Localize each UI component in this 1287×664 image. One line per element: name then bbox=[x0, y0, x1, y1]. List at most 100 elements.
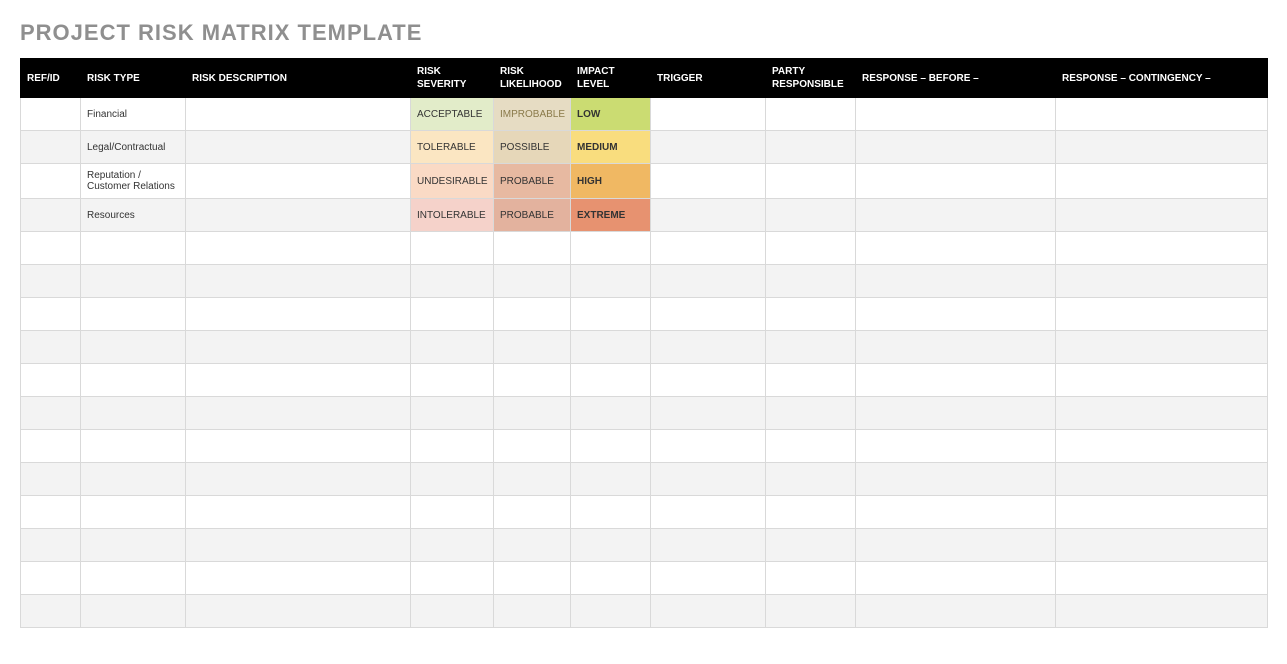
cell-ref[interactable] bbox=[21, 364, 81, 397]
cell-party[interactable] bbox=[766, 595, 856, 628]
cell-party[interactable] bbox=[766, 232, 856, 265]
cell-ref[interactable] bbox=[21, 331, 81, 364]
cell-desc[interactable] bbox=[186, 331, 411, 364]
cell-sev[interactable] bbox=[411, 298, 494, 331]
cell-trg[interactable] bbox=[651, 562, 766, 595]
cell-party[interactable] bbox=[766, 164, 856, 199]
cell-lik[interactable]: IMPROBABLE bbox=[494, 98, 571, 131]
cell-party[interactable] bbox=[766, 397, 856, 430]
cell-trg[interactable] bbox=[651, 364, 766, 397]
cell-sev[interactable] bbox=[411, 397, 494, 430]
cell-party[interactable] bbox=[766, 529, 856, 562]
cell-ref[interactable] bbox=[21, 98, 81, 131]
cell-type[interactable] bbox=[81, 364, 186, 397]
cell-sev[interactable] bbox=[411, 595, 494, 628]
cell-before[interactable] bbox=[856, 298, 1056, 331]
cell-before[interactable] bbox=[856, 131, 1056, 164]
cell-trg[interactable] bbox=[651, 164, 766, 199]
cell-desc[interactable] bbox=[186, 199, 411, 232]
cell-type[interactable]: Legal/Contractual bbox=[81, 131, 186, 164]
cell-type[interactable]: Financial bbox=[81, 98, 186, 131]
cell-sev[interactable] bbox=[411, 463, 494, 496]
cell-type[interactable] bbox=[81, 529, 186, 562]
cell-type[interactable] bbox=[81, 496, 186, 529]
cell-cont[interactable] bbox=[1056, 98, 1268, 131]
cell-before[interactable] bbox=[856, 364, 1056, 397]
cell-ref[interactable] bbox=[21, 595, 81, 628]
cell-lik[interactable] bbox=[494, 463, 571, 496]
cell-ref[interactable] bbox=[21, 164, 81, 199]
cell-cont[interactable] bbox=[1056, 529, 1268, 562]
cell-before[interactable] bbox=[856, 98, 1056, 131]
cell-imp[interactable] bbox=[571, 562, 651, 595]
cell-cont[interactable] bbox=[1056, 496, 1268, 529]
cell-sev[interactable] bbox=[411, 331, 494, 364]
cell-desc[interactable] bbox=[186, 595, 411, 628]
cell-desc[interactable] bbox=[186, 529, 411, 562]
cell-cont[interactable] bbox=[1056, 562, 1268, 595]
cell-type[interactable] bbox=[81, 298, 186, 331]
cell-desc[interactable] bbox=[186, 98, 411, 131]
cell-cont[interactable] bbox=[1056, 595, 1268, 628]
cell-imp[interactable] bbox=[571, 397, 651, 430]
cell-before[interactable] bbox=[856, 430, 1056, 463]
cell-cont[interactable] bbox=[1056, 364, 1268, 397]
cell-type[interactable] bbox=[81, 595, 186, 628]
cell-desc[interactable] bbox=[186, 265, 411, 298]
cell-sev[interactable]: INTOLERABLE bbox=[411, 199, 494, 232]
cell-before[interactable] bbox=[856, 232, 1056, 265]
cell-imp[interactable] bbox=[571, 496, 651, 529]
cell-imp[interactable]: EXTREME bbox=[571, 199, 651, 232]
cell-ref[interactable] bbox=[21, 562, 81, 595]
cell-desc[interactable] bbox=[186, 364, 411, 397]
cell-imp[interactable]: MEDIUM bbox=[571, 131, 651, 164]
cell-trg[interactable] bbox=[651, 298, 766, 331]
cell-desc[interactable] bbox=[186, 430, 411, 463]
cell-type[interactable] bbox=[81, 331, 186, 364]
cell-sev[interactable]: TOLERABLE bbox=[411, 131, 494, 164]
cell-trg[interactable] bbox=[651, 529, 766, 562]
cell-ref[interactable] bbox=[21, 199, 81, 232]
cell-sev[interactable]: UNDESIRABLE bbox=[411, 164, 494, 199]
cell-imp[interactable] bbox=[571, 364, 651, 397]
cell-party[interactable] bbox=[766, 562, 856, 595]
cell-before[interactable] bbox=[856, 265, 1056, 298]
cell-type[interactable] bbox=[81, 232, 186, 265]
cell-trg[interactable] bbox=[651, 98, 766, 131]
cell-lik[interactable] bbox=[494, 298, 571, 331]
cell-party[interactable] bbox=[766, 298, 856, 331]
cell-imp[interactable] bbox=[571, 430, 651, 463]
cell-type[interactable] bbox=[81, 463, 186, 496]
cell-before[interactable] bbox=[856, 397, 1056, 430]
cell-desc[interactable] bbox=[186, 397, 411, 430]
cell-imp[interactable]: HIGH bbox=[571, 164, 651, 199]
cell-before[interactable] bbox=[856, 331, 1056, 364]
cell-desc[interactable] bbox=[186, 562, 411, 595]
cell-imp[interactable] bbox=[571, 463, 651, 496]
cell-imp[interactable] bbox=[571, 265, 651, 298]
cell-lik[interactable]: POSSIBLE bbox=[494, 131, 571, 164]
cell-sev[interactable] bbox=[411, 529, 494, 562]
cell-desc[interactable] bbox=[186, 496, 411, 529]
cell-lik[interactable] bbox=[494, 496, 571, 529]
cell-cont[interactable] bbox=[1056, 232, 1268, 265]
cell-party[interactable] bbox=[766, 98, 856, 131]
cell-party[interactable] bbox=[766, 331, 856, 364]
cell-before[interactable] bbox=[856, 529, 1056, 562]
cell-cont[interactable] bbox=[1056, 397, 1268, 430]
cell-before[interactable] bbox=[856, 199, 1056, 232]
cell-cont[interactable] bbox=[1056, 131, 1268, 164]
cell-lik[interactable] bbox=[494, 331, 571, 364]
cell-cont[interactable] bbox=[1056, 164, 1268, 199]
cell-sev[interactable] bbox=[411, 430, 494, 463]
cell-party[interactable] bbox=[766, 496, 856, 529]
cell-cont[interactable] bbox=[1056, 199, 1268, 232]
cell-desc[interactable] bbox=[186, 164, 411, 199]
cell-trg[interactable] bbox=[651, 496, 766, 529]
cell-trg[interactable] bbox=[651, 430, 766, 463]
cell-ref[interactable] bbox=[21, 463, 81, 496]
cell-ref[interactable] bbox=[21, 529, 81, 562]
cell-party[interactable] bbox=[766, 463, 856, 496]
cell-imp[interactable] bbox=[571, 298, 651, 331]
cell-sev[interactable] bbox=[411, 364, 494, 397]
